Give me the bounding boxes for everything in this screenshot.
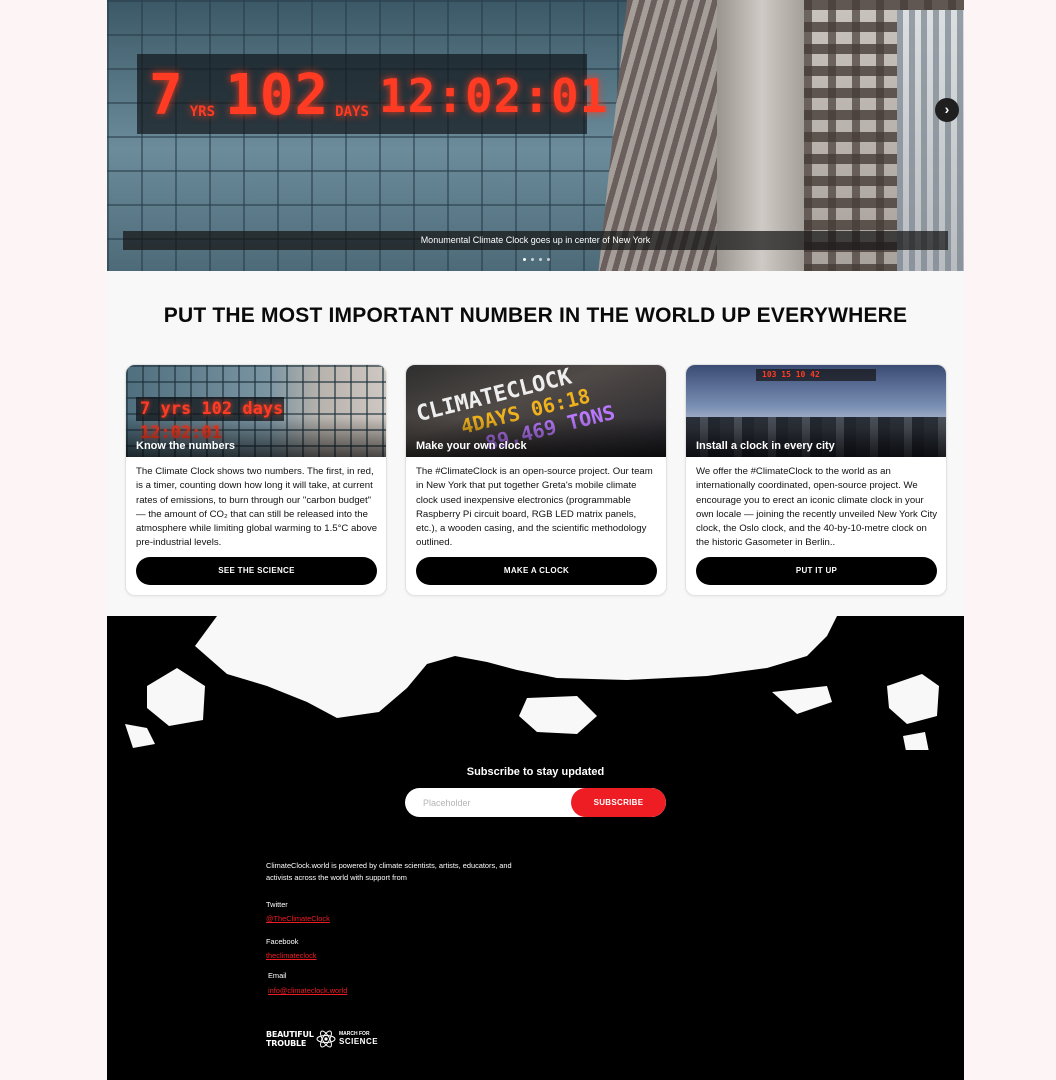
march-for-science-logo[interactable]: MARCH FOR SCIENCE — [339, 1031, 378, 1047]
carousel-dot[interactable] — [531, 258, 534, 261]
facebook-label: Facebook — [266, 937, 299, 946]
carousel-dot[interactable] — [523, 258, 526, 261]
clock-days: 102 — [225, 63, 330, 128]
logo-bt-line: TROUBLE — [266, 1039, 307, 1048]
see-the-science-button[interactable]: SEE THE SCIENCE — [136, 557, 377, 585]
page-headline: PUT THE MOST IMPORTANT NUMBER IN THE WOR… — [163, 304, 908, 327]
facebook-link[interactable]: theclimateclock — [266, 951, 317, 960]
clock-years-unit: YRS — [189, 104, 216, 120]
card-body: The #ClimateClock is an open-source proj… — [416, 466, 653, 549]
put-it-up-button[interactable]: PUT IT UP — [696, 557, 937, 585]
card-image-ticker: 103 15 10 42 — [756, 369, 876, 381]
atom-icon — [316, 1030, 336, 1048]
hero-caption: Monumental Climate Clock goes up in cent… — [123, 231, 948, 250]
hero-carousel[interactable]: 7 YRS 102 DAYS 12:02:01 Monumental Clima… — [107, 0, 964, 271]
email-label: Email — [268, 971, 287, 980]
chevron-right-icon: › — [944, 101, 950, 117]
clock-time: 12:02:01 — [378, 69, 609, 123]
card-install-a-clock: 103 15 10 42 Install a clock in every ci… — [685, 364, 947, 596]
subscribe-form: SUBSCRIBE — [405, 788, 666, 817]
card-image-clock: 7 yrs 102 days 12:02:01 — [136, 397, 284, 443]
carousel-dots — [523, 258, 550, 261]
card-title: Install a clock in every city — [696, 440, 835, 452]
twitter-link[interactable]: @TheClimateClock — [266, 914, 330, 923]
card-body: We offer the #ClimateClock to the world … — [696, 466, 938, 549]
page: 7 YRS 102 DAYS 12:02:01 Monumental Clima… — [107, 0, 964, 1080]
logo-bt-line: BEAUTIFUL — [266, 1030, 314, 1039]
email-link[interactable]: info@climateclock.world — [268, 986, 347, 995]
hero-climate-clock-display: 7 YRS 102 DAYS 12:02:01 — [137, 54, 607, 134]
card-make-your-own-clock: CLIMATECLOCK 4DAYS 06:18 89,469 TONS Mak… — [405, 364, 667, 596]
card-title: Know the numbers — [136, 440, 236, 452]
carousel-dot[interactable] — [547, 258, 550, 261]
twitter-label: Twitter — [266, 900, 288, 909]
powered-by-text: ClimateClock.world is powered by climate… — [266, 861, 512, 882]
logo-ms-line: SCIENCE — [339, 1037, 379, 1046]
card-know-the-numbers: 7 yrs 102 days 12:02:01 Know the numbers… — [125, 364, 387, 596]
card-body: The Climate Clock shows two numbers. The… — [136, 466, 378, 549]
make-a-clock-button[interactable]: MAKE A CLOCK — [416, 557, 657, 585]
clock-years: 7 — [149, 63, 184, 128]
beautiful-trouble-logo[interactable]: BEAUTIFUL TROUBLE — [266, 1030, 314, 1048]
subscribe-button[interactable]: SUBSCRIBE — [571, 788, 666, 817]
carousel-dot[interactable] — [539, 258, 542, 261]
clock-days-unit: DAYS — [335, 104, 369, 120]
card-title: Make your own clock — [416, 440, 527, 452]
subscribe-email-input[interactable] — [405, 788, 575, 817]
carousel-next-button[interactable]: › — [935, 98, 959, 122]
subscribe-title: Subscribe to stay updated — [466, 766, 605, 778]
